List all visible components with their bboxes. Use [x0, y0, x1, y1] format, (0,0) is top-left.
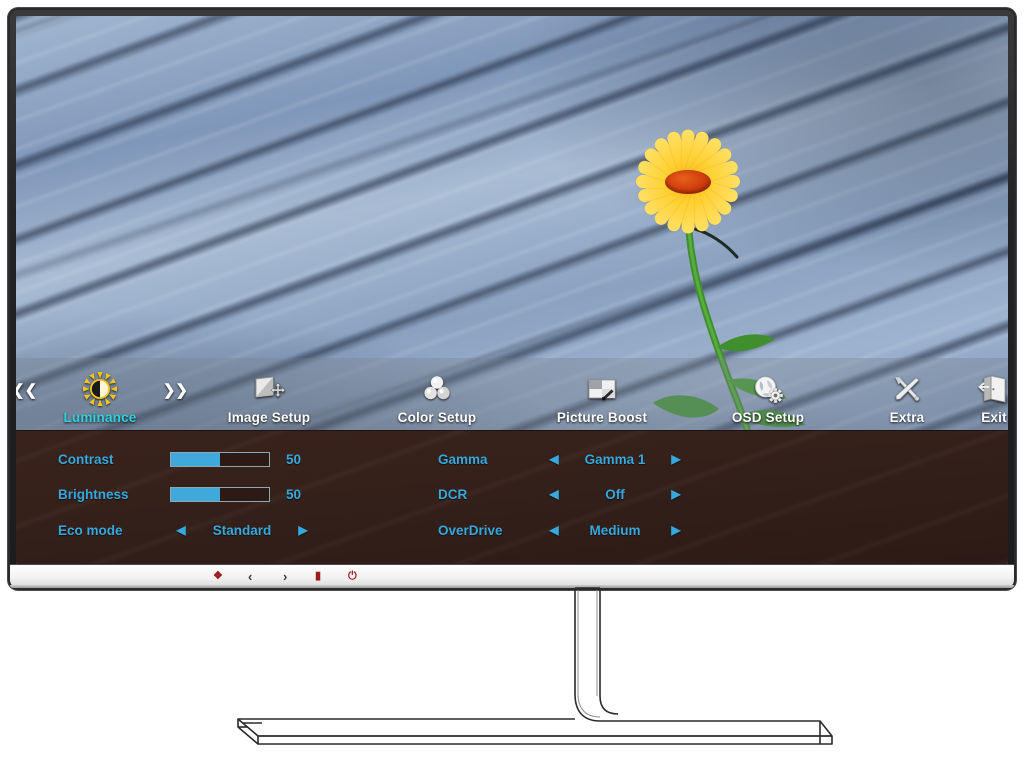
picture-boost-icon: [588, 379, 616, 400]
picture-boost-icon-wrap: [520, 369, 684, 409]
tools-cross-icon: [895, 377, 920, 401]
tools-cross-icon-wrap: [852, 369, 962, 409]
image-move-icon: [255, 376, 286, 398]
color-spheres-icon: [424, 376, 450, 400]
brightness-slider-fill: [171, 487, 220, 501]
setting-row-brightness[interactable]: Brightness 50: [58, 483, 301, 505]
bezel-button-auto-source[interactable]: ❖: [213, 570, 223, 582]
menu-item-extra[interactable]: Extra: [852, 369, 962, 430]
setting-label-overdrive: OverDrive: [438, 522, 503, 538]
sun-icon: [83, 372, 117, 406]
image-move-icon-wrap: [184, 369, 354, 409]
flower-core: [665, 169, 712, 194]
menu-item-color-setup[interactable]: Color Setup: [354, 369, 520, 430]
contrast-value: 50: [286, 451, 302, 467]
overdrive-right-arrow-icon[interactable]: ▶: [665, 524, 687, 536]
brightness-value: 50: [286, 486, 302, 502]
setting-row-gamma[interactable]: Gamma ◀ Gamma 1 ▶: [438, 448, 687, 470]
gamma-value: Gamma 1: [584, 451, 646, 467]
setting-label-dcr: DCR: [438, 486, 468, 502]
setting-row-contrast[interactable]: Contrast 50: [58, 448, 301, 470]
osd-overlay: Luminance❮❮❯❯Image SetupColor SetupPictu…: [16, 358, 1008, 564]
eco-mode-left-arrow-icon[interactable]: ◀: [170, 524, 192, 536]
menu-item-luminance[interactable]: Luminance❮❮❯❯: [16, 369, 188, 430]
globe-gear-icon-wrap: [684, 369, 852, 409]
monitor-screen: Luminance❮❮❯❯Image SetupColor SetupPictu…: [16, 16, 1008, 564]
overdrive-value: Medium: [589, 522, 641, 538]
menu-label-extra: Extra: [889, 410, 925, 425]
setting-label-brightness: Brightness: [58, 486, 129, 502]
monitor-stand: [0, 586, 1024, 759]
menu-prev-arrow-icon[interactable]: ❮❮: [16, 381, 37, 399]
menu-item-osd-setup[interactable]: OSD Setup: [684, 369, 852, 430]
eco-mode-right-arrow-icon[interactable]: ▶: [292, 524, 314, 536]
setting-label-gamma: Gamma: [438, 451, 488, 467]
menu-label-osd-setup: OSD Setup: [731, 410, 805, 425]
contrast-slider[interactable]: [170, 451, 270, 467]
eco-mode-value: Standard: [212, 522, 272, 538]
bezel-button-right[interactable]: ›: [283, 570, 287, 583]
menu-item-picture-boost[interactable]: Picture Boost: [520, 369, 684, 430]
bezel-button-left[interactable]: ‹: [248, 570, 252, 583]
setting-row-eco-mode[interactable]: Eco mode ◀ Standard ▶: [58, 519, 314, 541]
dcr-left-arrow-icon[interactable]: ◀: [543, 488, 565, 500]
contrast-slider-fill: [171, 452, 220, 466]
dcr-right-arrow-icon[interactable]: ▶: [665, 488, 687, 500]
exit-door-icon: [978, 375, 1006, 403]
dcr-value: Off: [605, 486, 625, 502]
setting-row-dcr[interactable]: DCR ◀ Off ▶: [438, 483, 687, 505]
setting-label-eco-mode: Eco mode: [58, 522, 123, 538]
gamma-left-arrow-icon[interactable]: ◀: [543, 453, 565, 465]
menu-label-color-setup: Color Setup: [397, 410, 477, 425]
setting-row-overdrive[interactable]: OverDrive ◀ Medium ▶: [438, 519, 687, 541]
menu-label-exit: Exit: [981, 410, 1007, 425]
menu-label-picture-boost: Picture Boost: [556, 410, 648, 425]
monitor-device: Luminance❮❮❯❯Image SetupColor SetupPictu…: [8, 8, 1016, 590]
screenshot-stage: Luminance❮❮❯❯Image SetupColor SetupPictu…: [0, 0, 1024, 759]
sun-icon-wrap: [16, 369, 184, 409]
menu-label-luminance: Luminance: [63, 410, 137, 425]
color-spheres-icon-wrap: [354, 369, 520, 409]
osd-menu-bar: Luminance❮❮❯❯Image SetupColor SetupPictu…: [16, 358, 1008, 430]
menu-item-exit[interactable]: Exit: [962, 369, 1008, 430]
bezel-button-power[interactable]: ⏻: [348, 570, 357, 582]
osd-settings-panel: Contrast 50 Brightness 50 Eco mode ◀ Sta…: [16, 430, 1008, 564]
setting-label-contrast: Contrast: [58, 451, 114, 467]
menu-label-image-setup: Image Setup: [227, 410, 311, 425]
menu-item-image-setup[interactable]: Image Setup: [184, 369, 354, 430]
bezel-button-menu[interactable]: ▮: [315, 570, 321, 582]
brightness-slider[interactable]: [170, 486, 270, 502]
exit-door-icon-wrap: [962, 369, 1008, 409]
overdrive-left-arrow-icon[interactable]: ◀: [543, 524, 565, 536]
stand-outline-icon: [237, 587, 833, 745]
flower-bloom: [627, 129, 749, 234]
bezel-button-strip: ❖ ‹ › ▮ ⏻: [8, 564, 1016, 588]
globe-gear-icon: [755, 376, 784, 404]
gamma-right-arrow-icon[interactable]: ▶: [665, 453, 687, 465]
